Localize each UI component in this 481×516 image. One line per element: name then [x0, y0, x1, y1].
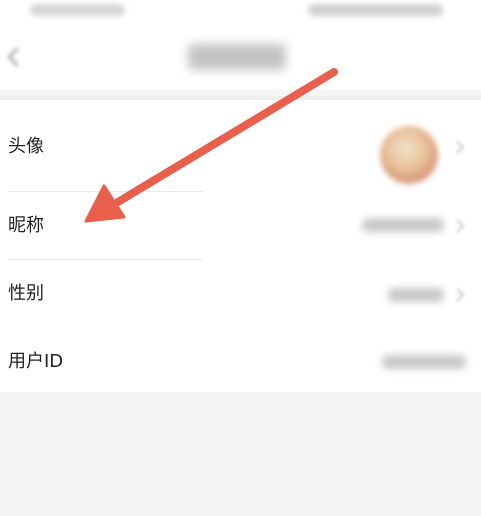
page-title-blurred: [188, 44, 286, 70]
gender-value-blurred: [388, 288, 444, 302]
profile-list: 头像 昵称 性别 用户ID: [0, 100, 481, 392]
avatar[interactable]: [380, 126, 438, 184]
chevron-right-icon: [456, 140, 464, 154]
status-indicators-blurred: [308, 4, 443, 16]
status-time-blurred: [30, 4, 125, 16]
avatar-row[interactable]: 头像: [0, 100, 481, 192]
status-bar: [0, 0, 481, 28]
chevron-right-icon: [456, 288, 464, 302]
nickname-row-label: 昵称: [8, 215, 44, 236]
user-id-value-blurred: [382, 355, 466, 369]
gender-row-label: 性别: [8, 283, 44, 304]
user-id-row[interactable]: 用户ID: [0, 326, 481, 392]
nickname-value-blurred: [362, 218, 444, 232]
navigation-bar: [0, 28, 481, 90]
gender-row[interactable]: 性别: [0, 260, 481, 326]
chevron-left-icon[interactable]: [6, 46, 20, 68]
chevron-right-icon: [456, 219, 464, 233]
user-id-row-label: 用户ID: [8, 351, 64, 372]
avatar-row-label: 头像: [8, 136, 44, 157]
nickname-row[interactable]: 昵称: [0, 192, 481, 260]
